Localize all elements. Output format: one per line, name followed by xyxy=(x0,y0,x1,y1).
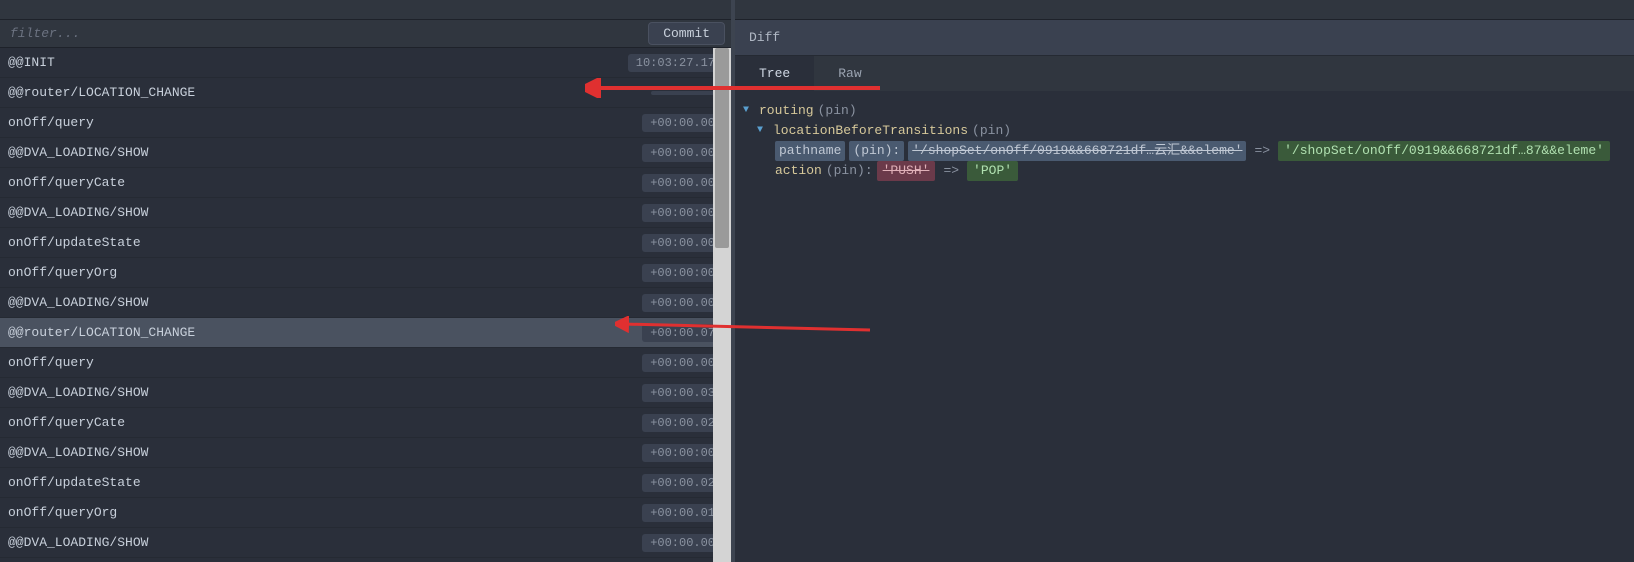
action-timestamp: +00:00.07 xyxy=(642,324,723,342)
action-name: onOff/updateState xyxy=(8,475,141,490)
action-row[interactable]: onOff/query +00:00.00 xyxy=(0,348,731,378)
action-timestamp: +00:00.02 xyxy=(642,414,723,432)
action-row[interactable]: @@DVA_LOADING/SHOW +00:00.03 xyxy=(0,378,731,408)
action-row[interactable]: @@DVA_LOADING/SHOW +00:00.00 xyxy=(0,288,731,318)
new-value: '/shopSet/onOff/0919&&668721df…87&&eleme… xyxy=(1278,141,1610,161)
tree-node-routing[interactable]: ▼ routing (pin) xyxy=(743,101,1626,121)
action-name: @@DVA_LOADING/SHOW xyxy=(8,295,148,310)
arrow-icon: => xyxy=(939,161,963,181)
action-name: @@DVA_LOADING/SHOW xyxy=(8,145,148,160)
action-timestamp: +00:00.00 xyxy=(642,354,723,372)
action-timestamp: +00:00.00 xyxy=(642,534,723,552)
tree-leaf-action[interactable]: action (pin): 'PUSH' => 'POP' xyxy=(743,161,1626,181)
commit-button[interactable]: Commit xyxy=(648,22,725,45)
top-bar-spacer-right xyxy=(735,0,1634,20)
action-name: onOff/queryOrg xyxy=(8,505,117,520)
action-timestamp: +00:00:00 xyxy=(642,444,723,462)
action-name: @@DVA_LOADING/SHOW xyxy=(8,205,148,220)
tree-node-location[interactable]: ▼ locationBeforeTransitions (pin) xyxy=(743,121,1626,141)
action-timestamp: +00:00.01 xyxy=(642,504,723,522)
action-name: @@router/LOCATION_CHANGE xyxy=(8,325,195,340)
action-name: onOff/query xyxy=(8,115,94,130)
action-row[interactable]: @@router/LOCATION_CHANGE +00:00.07 xyxy=(0,318,731,348)
tab-raw[interactable]: Raw xyxy=(814,56,885,91)
action-row[interactable]: onOff/queryCate +00:00.02 xyxy=(0,408,731,438)
action-timestamp: 10:03:27.17 xyxy=(628,54,723,72)
tree-key: routing xyxy=(759,101,814,121)
action-timestamp: +00:00.00 xyxy=(642,144,723,162)
action-timestamp: +00:00.00 xyxy=(642,234,723,252)
tree-key: pathname xyxy=(775,141,845,161)
action-row[interactable]: onOff/query +00:00.00 xyxy=(0,108,731,138)
action-name: onOff/queryCate xyxy=(8,415,125,430)
diff-tabs: Tree Raw xyxy=(735,56,1634,91)
pin-label: (pin): xyxy=(826,161,873,181)
action-timestamp: +00:00.00 xyxy=(642,174,723,192)
scrollbar-thumb[interactable] xyxy=(715,48,729,248)
action-row[interactable]: @@DVA_LOADING/SHOW +00:00:00 xyxy=(0,438,731,468)
action-name: onOff/query xyxy=(8,355,94,370)
action-name: @@INIT xyxy=(8,55,55,70)
tree-key: action xyxy=(775,161,822,181)
action-row[interactable]: @@DVA_LOADING/SHOW +00:00.00 xyxy=(0,138,731,168)
action-row[interactable]: onOff/updateState +00:00.02 xyxy=(0,468,731,498)
old-value: '/shopSet/onOff/0919&&668721df…云汇&&eleme… xyxy=(908,141,1246,161)
action-row[interactable]: onOff/queryOrg +00:00.01 xyxy=(0,498,731,528)
action-timestamp: +00:00:00 xyxy=(642,204,723,222)
action-row[interactable]: @@DVA_LOADING/SHOW +00:00.00 xyxy=(0,528,731,558)
new-value: 'POP' xyxy=(967,161,1018,181)
action-row[interactable]: onOff/updateState +00:00.00 xyxy=(0,228,731,258)
action-name: onOff/queryOrg xyxy=(8,265,117,280)
action-row[interactable]: @@INIT 10:03:27.17 xyxy=(0,48,731,78)
right-panel: Diff Tree Raw ▼ routing (pin) ▼ location… xyxy=(735,0,1634,562)
arrow-icon: => xyxy=(1250,141,1274,161)
pin-label: (pin) xyxy=(972,121,1011,141)
action-timestamp: +00:00.00 xyxy=(642,114,723,132)
action-row[interactable]: @@DVA_LOADING/SHOW +00:00:00 xyxy=(0,198,731,228)
tree-key: locationBeforeTransitions xyxy=(773,121,968,141)
filter-input[interactable] xyxy=(0,20,642,47)
action-timestamp: +00:00:00 xyxy=(642,264,723,282)
action-name: onOff/queryCate xyxy=(8,175,125,190)
pin-label: (pin): xyxy=(849,141,904,161)
action-timestamp: +00:00.02 xyxy=(642,474,723,492)
chevron-down-icon[interactable]: ▼ xyxy=(743,101,755,121)
pin-label: (pin) xyxy=(818,101,857,121)
action-row[interactable]: @@router/LOCATION_CHANGE xyxy=(0,78,731,108)
action-name: @@DVA_LOADING/SHOW xyxy=(8,445,148,460)
scrollbar-track[interactable] xyxy=(713,48,731,562)
action-row[interactable]: onOff/queryCate +00:00.00 xyxy=(0,168,731,198)
action-name: @@router/LOCATION_CHANGE xyxy=(8,85,195,100)
chevron-down-icon[interactable]: ▼ xyxy=(757,121,769,141)
tree-leaf-pathname[interactable]: pathname (pin): '/shopSet/onOff/0919&&66… xyxy=(743,141,1626,161)
action-name: onOff/updateState xyxy=(8,235,141,250)
filter-row: Commit xyxy=(0,20,731,48)
tree-view: ▼ routing (pin) ▼ locationBeforeTransiti… xyxy=(735,91,1634,191)
top-bar-spacer xyxy=(0,0,731,20)
action-timestamp: +00:00.03 xyxy=(642,384,723,402)
diff-header: Diff xyxy=(735,20,1634,56)
left-panel: Commit @@INIT 10:03:27.17 @@router/LOCATIO… xyxy=(0,0,735,562)
action-name: @@DVA_LOADING/SHOW xyxy=(8,385,148,400)
tab-tree[interactable]: Tree xyxy=(735,56,814,91)
action-name: @@DVA_LOADING/SHOW xyxy=(8,535,148,550)
action-list[interactable]: @@INIT 10:03:27.17 @@router/LOCATION_CHANG… xyxy=(0,48,731,562)
action-timestamp: +00:00.00 xyxy=(642,294,723,312)
action-row[interactable]: onOff/queryOrg +00:00:00 xyxy=(0,258,731,288)
old-value: 'PUSH' xyxy=(877,161,936,181)
